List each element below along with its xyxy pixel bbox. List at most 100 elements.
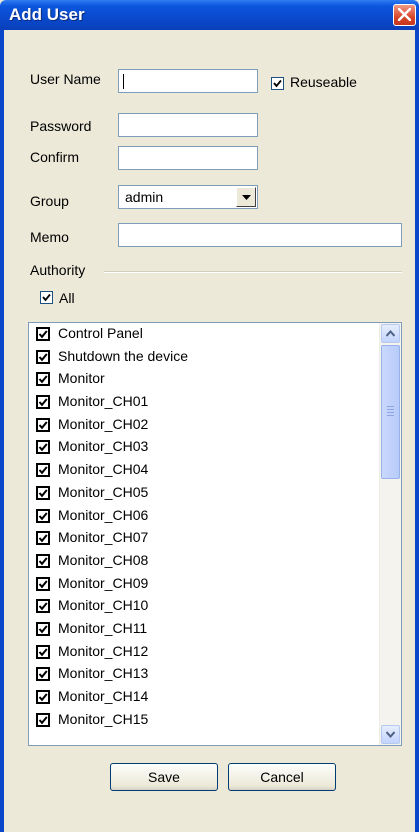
scroll-up-button[interactable]	[381, 324, 400, 343]
group-select[interactable]: admin	[118, 185, 258, 209]
text-caret	[123, 74, 124, 89]
authority-list-item[interactable]: Monitor_CH03	[29, 436, 379, 459]
thumb-grip-line	[387, 412, 394, 413]
close-icon	[398, 8, 411, 21]
checkmark-icon	[38, 716, 48, 725]
authority-item-checkbox[interactable]	[36, 531, 50, 546]
thumb-grip-line	[387, 409, 394, 410]
checkmark-icon	[38, 375, 48, 384]
all-label: All	[59, 290, 75, 306]
checkmark-icon	[38, 489, 48, 498]
checkmark-icon	[38, 466, 48, 475]
group-selected-value: admin	[125, 189, 164, 205]
authority-item-checkbox[interactable]	[36, 372, 50, 387]
authority-item-label: Monitor_CH15	[58, 710, 149, 727]
reuseable-checkbox[interactable]	[271, 77, 284, 90]
window-frame-left	[0, 30, 4, 832]
cancel-button[interactable]: Cancel	[228, 763, 336, 791]
authority-item-label: Monitor_CH07	[58, 529, 149, 546]
authority-list-item[interactable]: Monitor_CH12	[29, 641, 379, 664]
checkmark-icon	[273, 79, 282, 88]
checkmark-icon	[38, 330, 48, 339]
user-name-label: User Name	[30, 71, 101, 87]
scroll-down-button[interactable]	[381, 725, 400, 744]
checkmark-icon	[38, 421, 48, 430]
authority-list-item[interactable]: Monitor_CH07	[29, 527, 379, 550]
authority-list-item[interactable]: Monitor_CH10	[29, 595, 379, 618]
authority-list-item[interactable]: Monitor_CH01	[29, 391, 379, 414]
authority-item-label: Monitor_CH01	[58, 393, 149, 410]
authority-item-checkbox[interactable]	[36, 485, 50, 500]
memo-label: Memo	[30, 229, 69, 245]
checkmark-icon	[38, 670, 48, 679]
authority-item-label: Monitor_CH14	[58, 688, 149, 704]
authority-list-item[interactable]: Monitor_CH14	[29, 686, 379, 709]
vertical-scrollbar[interactable]	[379, 323, 401, 745]
authority-list-item[interactable]: Monitor	[29, 368, 379, 391]
authority-list-item[interactable]: Control Panel	[29, 323, 379, 346]
checkmark-icon	[38, 398, 48, 407]
authority-item-checkbox[interactable]	[36, 667, 50, 682]
thumb-grip-line	[387, 406, 394, 407]
checkmark-icon	[38, 534, 48, 543]
authority-item-checkbox[interactable]	[36, 349, 50, 364]
authority-item-label: Monitor_CH12	[58, 642, 149, 659]
memo-input[interactable]	[118, 223, 402, 247]
user-name-input[interactable]	[118, 69, 258, 93]
authority-list-item[interactable]: Monitor_CH06	[29, 505, 379, 528]
authority-item-checkbox[interactable]	[36, 621, 50, 636]
authority-item-checkbox[interactable]	[36, 508, 50, 523]
authority-item-label: Monitor_CH06	[58, 506, 149, 523]
group-dropdown-button[interactable]	[236, 187, 256, 207]
authority-list[interactable]: Control Panel Shutdown the device Monitor M…	[28, 322, 402, 746]
checkmark-icon	[38, 557, 48, 566]
authority-label: Authority	[30, 262, 86, 278]
authority-item-checkbox[interactable]	[36, 599, 50, 614]
authority-item-checkbox[interactable]	[36, 553, 50, 568]
authority-item-label: Monitor_CH02	[58, 415, 149, 432]
checkmark-icon	[38, 579, 48, 588]
authority-list-item[interactable]: Monitor_CH05	[29, 482, 379, 505]
confirm-label: Confirm	[30, 149, 80, 165]
authority-item-checkbox[interactable]	[36, 440, 50, 455]
authority-item-checkbox[interactable]	[36, 712, 50, 727]
authority-item-checkbox[interactable]	[36, 690, 50, 704]
group-label: Group	[30, 193, 69, 209]
authority-list-item[interactable]: Shutdown the device	[29, 346, 379, 369]
checkmark-icon	[38, 647, 48, 656]
authority-item-label: Monitor_CH03	[58, 438, 149, 455]
chevron-down-icon	[386, 731, 395, 738]
authority-list-item[interactable]: Monitor_CH08	[29, 550, 379, 573]
checkmark-icon	[38, 625, 48, 634]
save-button[interactable]: Save	[110, 763, 218, 791]
close-button[interactable]	[393, 4, 416, 26]
authority-list-item[interactable]: Monitor_CH11	[29, 618, 379, 641]
authority-item-label: Control Panel	[58, 325, 143, 341]
confirm-password-input[interactable]	[118, 146, 258, 170]
authority-list-items: Control Panel Shutdown the device Monitor M…	[29, 323, 379, 745]
checkmark-icon	[38, 602, 48, 611]
reuseable-label: Reuseable	[290, 74, 357, 90]
authority-item-checkbox[interactable]	[36, 576, 50, 591]
authority-item-checkbox[interactable]	[36, 463, 50, 478]
authority-item-label: Monitor_CH09	[58, 574, 149, 591]
scrollbar-thumb[interactable]	[381, 345, 400, 479]
password-label: Password	[30, 118, 92, 134]
thumb-grip-line	[387, 415, 394, 416]
window-frame-right	[415, 30, 419, 832]
authority-item-checkbox[interactable]	[36, 395, 50, 410]
all-checkbox[interactable]	[40, 291, 53, 304]
authority-list-item[interactable]: Monitor_CH15	[29, 709, 379, 732]
authority-list-item[interactable]: Monitor_CH13	[29, 663, 379, 686]
authority-list-item[interactable]: Monitor_CH02	[29, 414, 379, 437]
authority-item-checkbox[interactable]	[36, 327, 50, 341]
title-bar[interactable]: Add User	[0, 0, 419, 30]
authority-item-checkbox[interactable]	[36, 417, 50, 432]
password-input[interactable]	[118, 113, 258, 137]
authority-item-label: Monitor_CH05	[58, 483, 149, 500]
chevron-down-icon	[242, 195, 251, 200]
authority-item-label: Monitor_CH10	[58, 597, 149, 614]
authority-list-item[interactable]: Monitor_CH04	[29, 459, 379, 482]
authority-item-checkbox[interactable]	[36, 644, 50, 659]
authority-list-item[interactable]: Monitor_CH09	[29, 573, 379, 596]
